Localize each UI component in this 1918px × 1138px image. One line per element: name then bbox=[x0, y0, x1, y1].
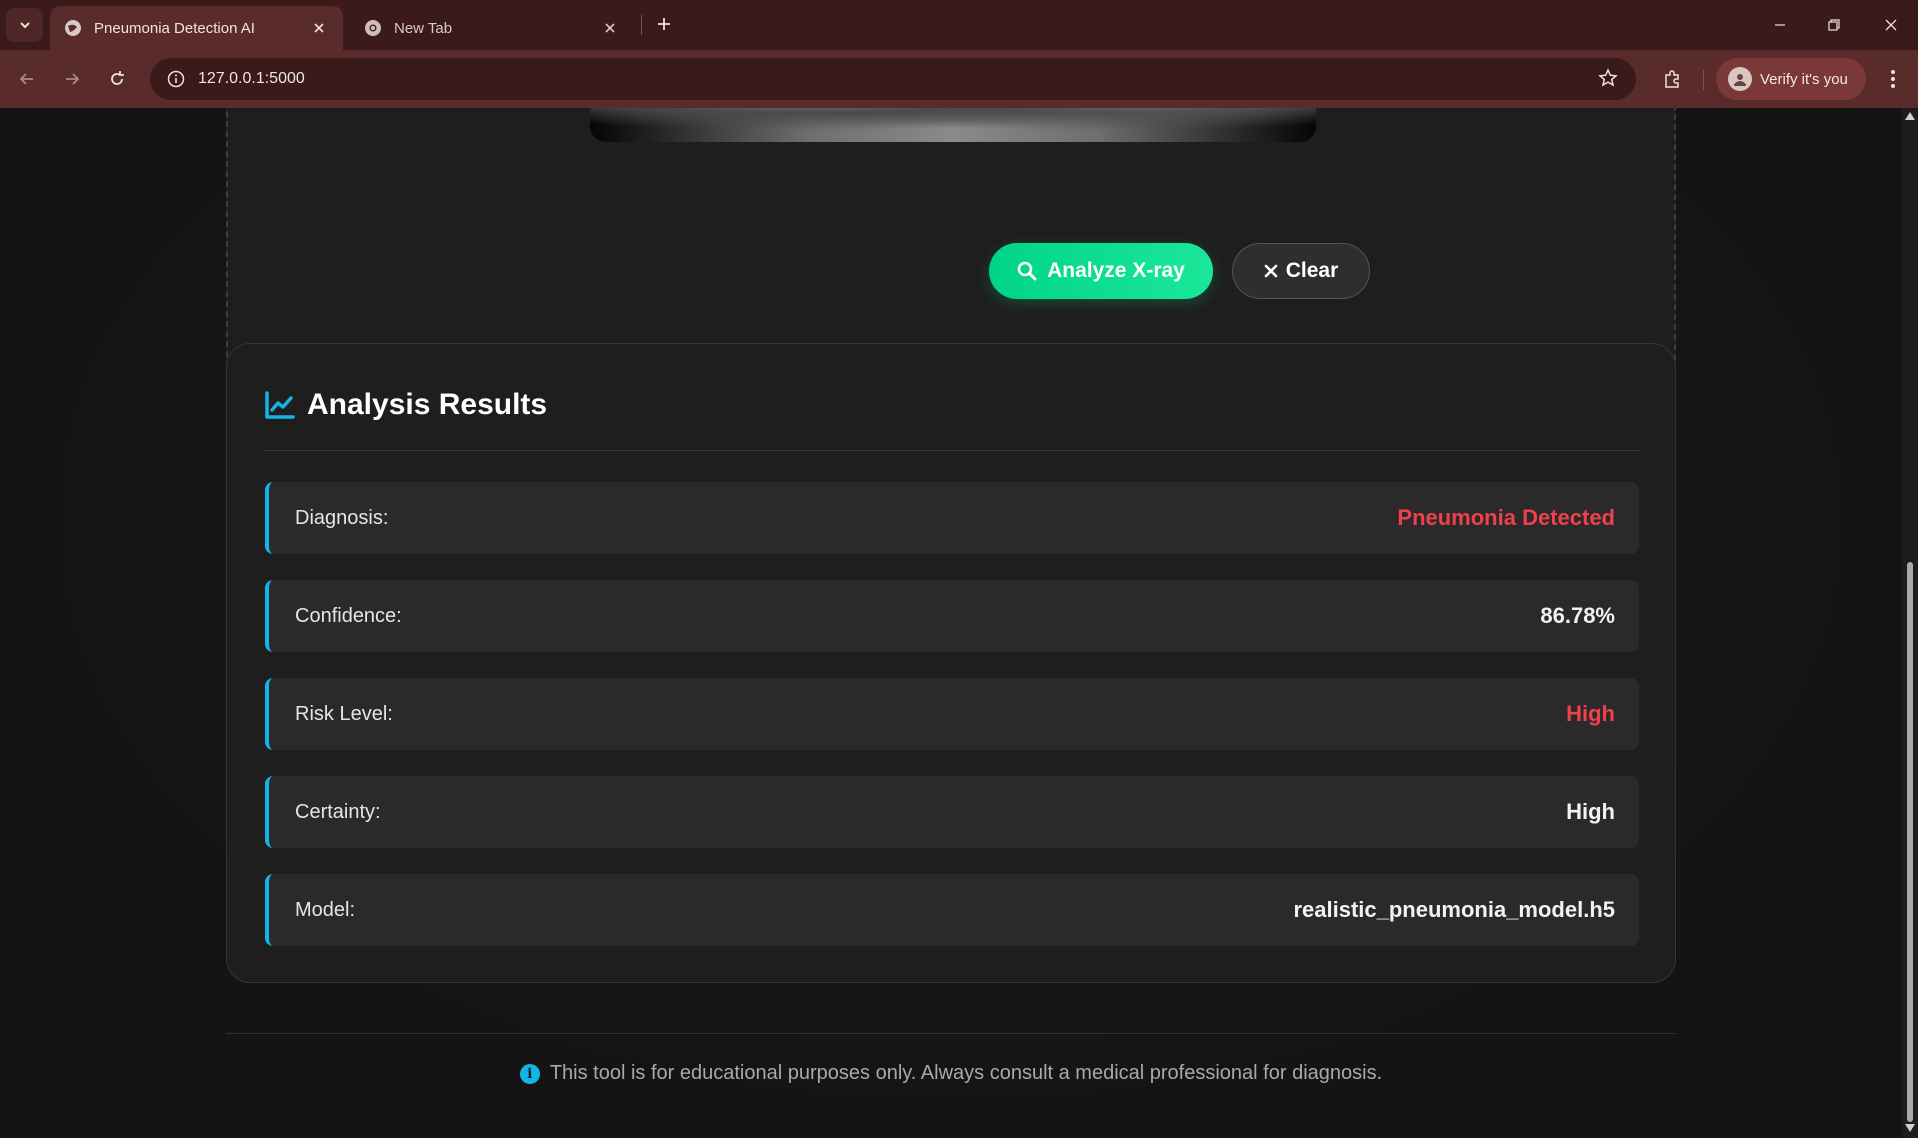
plus-icon bbox=[658, 18, 670, 30]
address-bar[interactable]: 127.0.0.1:5000 bbox=[150, 58, 1636, 100]
restore-button[interactable] bbox=[1820, 12, 1848, 38]
result-value: Pneumonia Detected bbox=[1397, 505, 1615, 530]
arrow-right-icon bbox=[66, 73, 80, 85]
result-value: realistic_pneumonia_model.h5 bbox=[1293, 897, 1615, 922]
tab-pneumonia-detection[interactable]: Pneumonia Detection AI bbox=[50, 6, 343, 50]
puzzle-icon bbox=[1665, 70, 1679, 88]
tab-search-button[interactable] bbox=[6, 8, 43, 42]
result-label: Certainty: bbox=[295, 800, 381, 823]
result-row-diagnosis: Diagnosis: Pneumonia Detected bbox=[265, 482, 1639, 554]
page-scrollbar[interactable] bbox=[1902, 108, 1918, 1138]
result-value: 86.78% bbox=[1540, 603, 1615, 628]
divider bbox=[265, 450, 1639, 451]
arrow-left-icon bbox=[19, 73, 33, 85]
result-row-risk-level: Risk Level: High bbox=[265, 678, 1639, 750]
result-row-model: Model: realistic_pneumonia_model.h5 bbox=[265, 874, 1639, 946]
url-text: 127.0.0.1:5000 bbox=[198, 70, 305, 87]
minimize-button[interactable] bbox=[1766, 12, 1794, 38]
tab-new-tab[interactable]: New Tab bbox=[350, 6, 634, 50]
close-tab-icon[interactable] bbox=[309, 18, 329, 38]
result-value: High bbox=[1566, 701, 1615, 726]
browser-tab-bar: Pneumonia Detection AI New Tab bbox=[0, 0, 1918, 50]
extensions-button[interactable] bbox=[1659, 66, 1685, 92]
analyze-xray-button[interactable]: Analyze X-ray bbox=[989, 243, 1213, 299]
globe-icon bbox=[65, 20, 81, 36]
profile-label: Verify it's you bbox=[1760, 70, 1848, 88]
reload-icon bbox=[111, 71, 124, 85]
analyze-button-label: Analyze X-ray bbox=[1047, 259, 1185, 282]
xray-preview-image bbox=[590, 108, 1316, 142]
scroll-thumb[interactable] bbox=[1907, 562, 1913, 1122]
disclaimer-text: This tool is for educational purposes on… bbox=[549, 1062, 1383, 1084]
back-button[interactable] bbox=[14, 66, 40, 92]
profile-button[interactable]: Verify it's you bbox=[1716, 58, 1866, 100]
info-icon: i bbox=[519, 1063, 540, 1084]
tab-separator bbox=[641, 15, 642, 35]
analysis-results-card: Analysis Results Diagnosis: Pneumonia De… bbox=[226, 343, 1676, 983]
result-label: Confidence: bbox=[295, 604, 402, 627]
toolbar-separator bbox=[1703, 70, 1704, 90]
reload-button[interactable] bbox=[104, 66, 130, 92]
forward-button[interactable] bbox=[59, 66, 85, 92]
line-chart-icon bbox=[265, 391, 295, 419]
site-info-icon[interactable] bbox=[154, 70, 198, 88]
close-tab-icon[interactable] bbox=[600, 18, 620, 38]
footer-divider bbox=[226, 1033, 1676, 1034]
result-label: Risk Level: bbox=[295, 702, 393, 725]
tab-title: Pneumonia Detection AI bbox=[94, 19, 255, 37]
clear-button[interactable]: Clear bbox=[1232, 243, 1370, 299]
result-label: Diagnosis: bbox=[295, 506, 389, 529]
clear-button-label: Clear bbox=[1285, 259, 1339, 282]
chevron-down-icon bbox=[19, 22, 30, 29]
result-row-certainty: Certainty: High bbox=[265, 776, 1639, 848]
page-viewport: Analyze X-ray Clear Analysis Results Dia… bbox=[0, 108, 1902, 1138]
search-icon bbox=[1017, 261, 1037, 281]
bookmark-star-icon[interactable] bbox=[1598, 68, 1618, 93]
restore-icon bbox=[1828, 19, 1840, 31]
browser-toolbar: 127.0.0.1:5000 Verify it's you bbox=[0, 50, 1918, 108]
result-value: High bbox=[1566, 799, 1615, 824]
result-label: Model: bbox=[295, 898, 356, 921]
new-tab-button[interactable] bbox=[652, 12, 676, 36]
close-icon bbox=[1264, 264, 1278, 278]
results-title: Analysis Results bbox=[307, 388, 548, 421]
avatar bbox=[1728, 67, 1752, 91]
minimize-icon bbox=[1775, 24, 1785, 26]
results-header: Analysis Results bbox=[265, 388, 547, 422]
scroll-down-arrow-icon[interactable] bbox=[1905, 1124, 1915, 1132]
chrome-icon bbox=[365, 20, 381, 36]
close-window-button[interactable] bbox=[1877, 12, 1905, 38]
menu-button[interactable] bbox=[1880, 66, 1906, 92]
disclaimer: i This tool is for educational purposes … bbox=[0, 1062, 1902, 1085]
scroll-up-arrow-icon[interactable] bbox=[1905, 112, 1915, 120]
result-row-confidence: Confidence: 86.78% bbox=[265, 580, 1639, 652]
close-icon bbox=[1885, 19, 1897, 31]
tab-title: New Tab bbox=[394, 19, 453, 37]
more-vertical-icon bbox=[1891, 70, 1895, 88]
